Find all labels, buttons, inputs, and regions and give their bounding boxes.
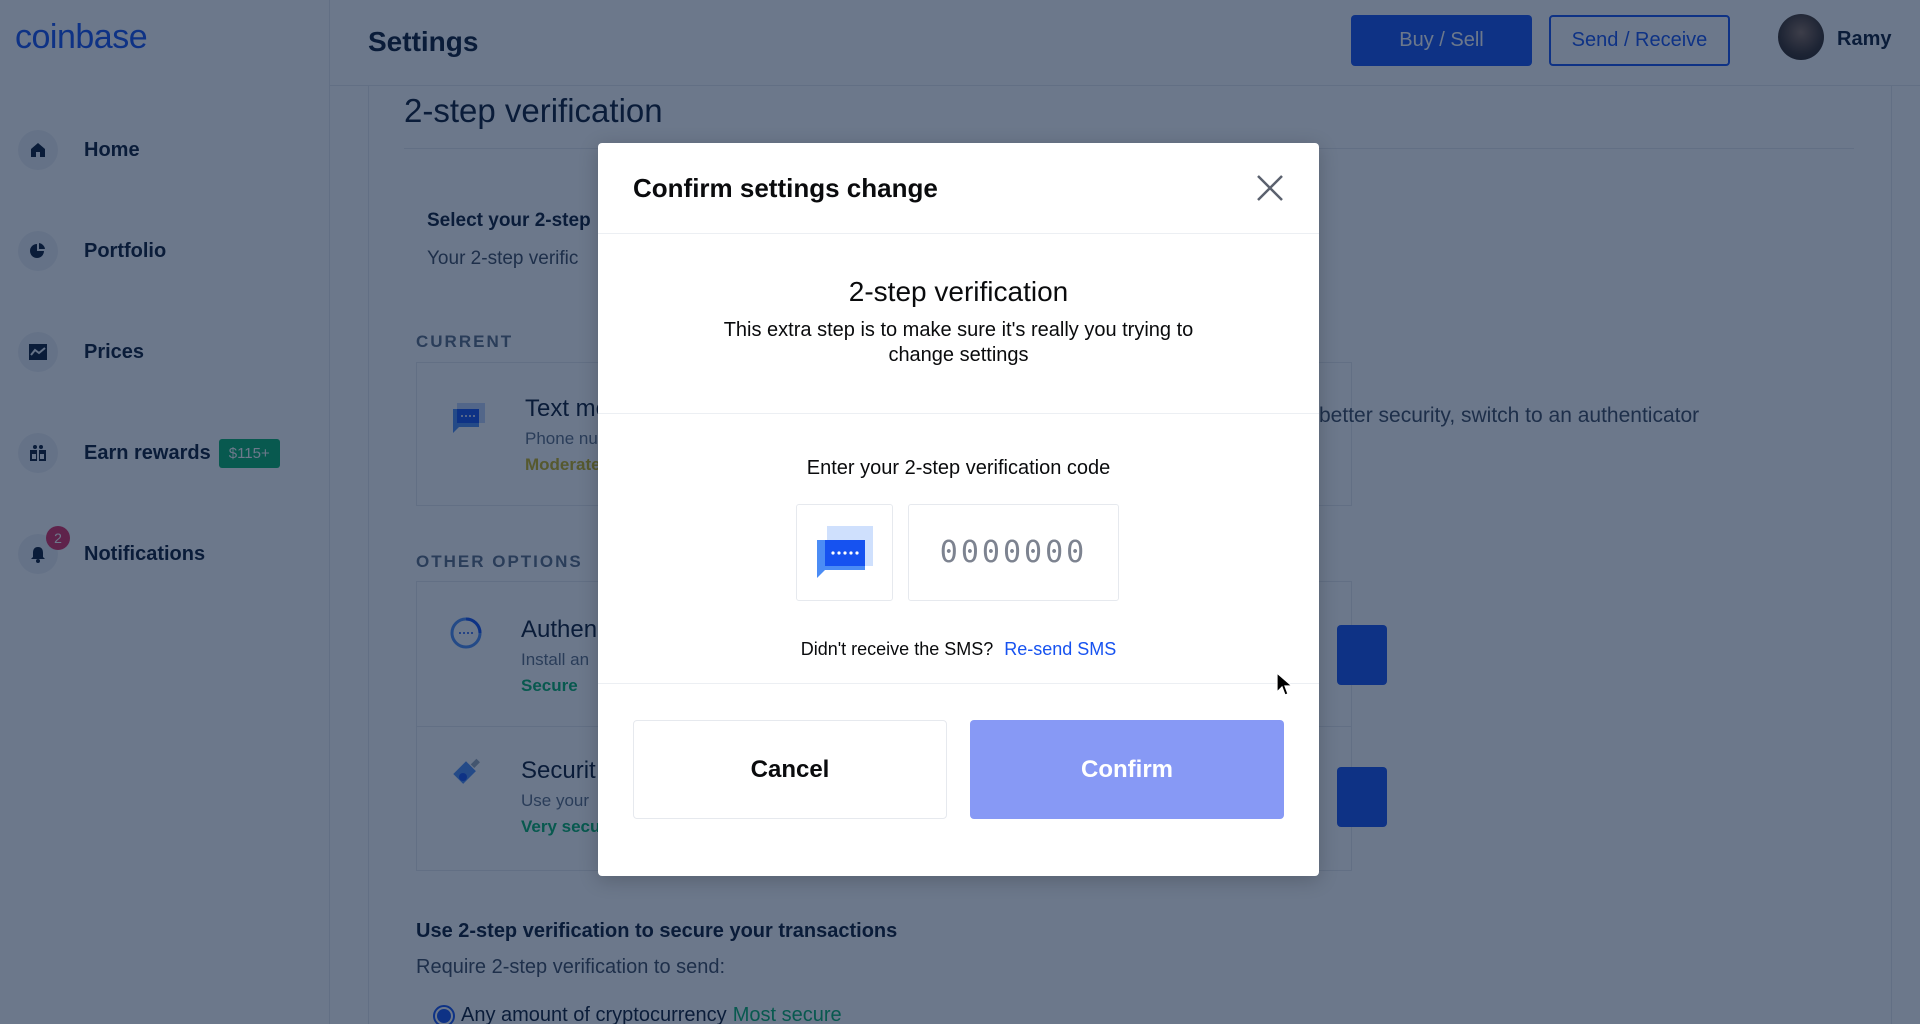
confirm-settings-modal: Confirm settings change 2-step verificat…	[598, 143, 1319, 876]
mouse-cursor-icon	[1276, 672, 1294, 696]
cancel-button[interactable]: Cancel	[633, 720, 947, 819]
modal-header: Confirm settings change	[598, 143, 1319, 234]
resend-sms-link[interactable]: Re-send SMS	[1004, 639, 1116, 659]
sms-icon	[816, 525, 873, 578]
close-button[interactable]	[1253, 171, 1287, 205]
modal-title: Confirm settings change	[633, 173, 938, 203]
intro-title: 2-step verification	[848, 276, 1069, 307]
code-label: Enter your 2-step verification code	[806, 457, 1111, 479]
close-icon	[1257, 175, 1283, 201]
confirm-button[interactable]: Confirm	[970, 720, 1284, 819]
divider	[598, 683, 1319, 684]
sms-method-box	[796, 504, 893, 601]
intro-desc: This extra step is to make sure it's rea…	[723, 319, 1194, 366]
verification-code-input[interactable]	[908, 504, 1119, 601]
resend-prompt: Didn't receive the SMS?	[800, 639, 994, 659]
resend-row: Didn't receive the SMS? Re-send SMS	[598, 639, 1319, 660]
modal-intro: 2-step verification This extra step is t…	[598, 234, 1319, 414]
